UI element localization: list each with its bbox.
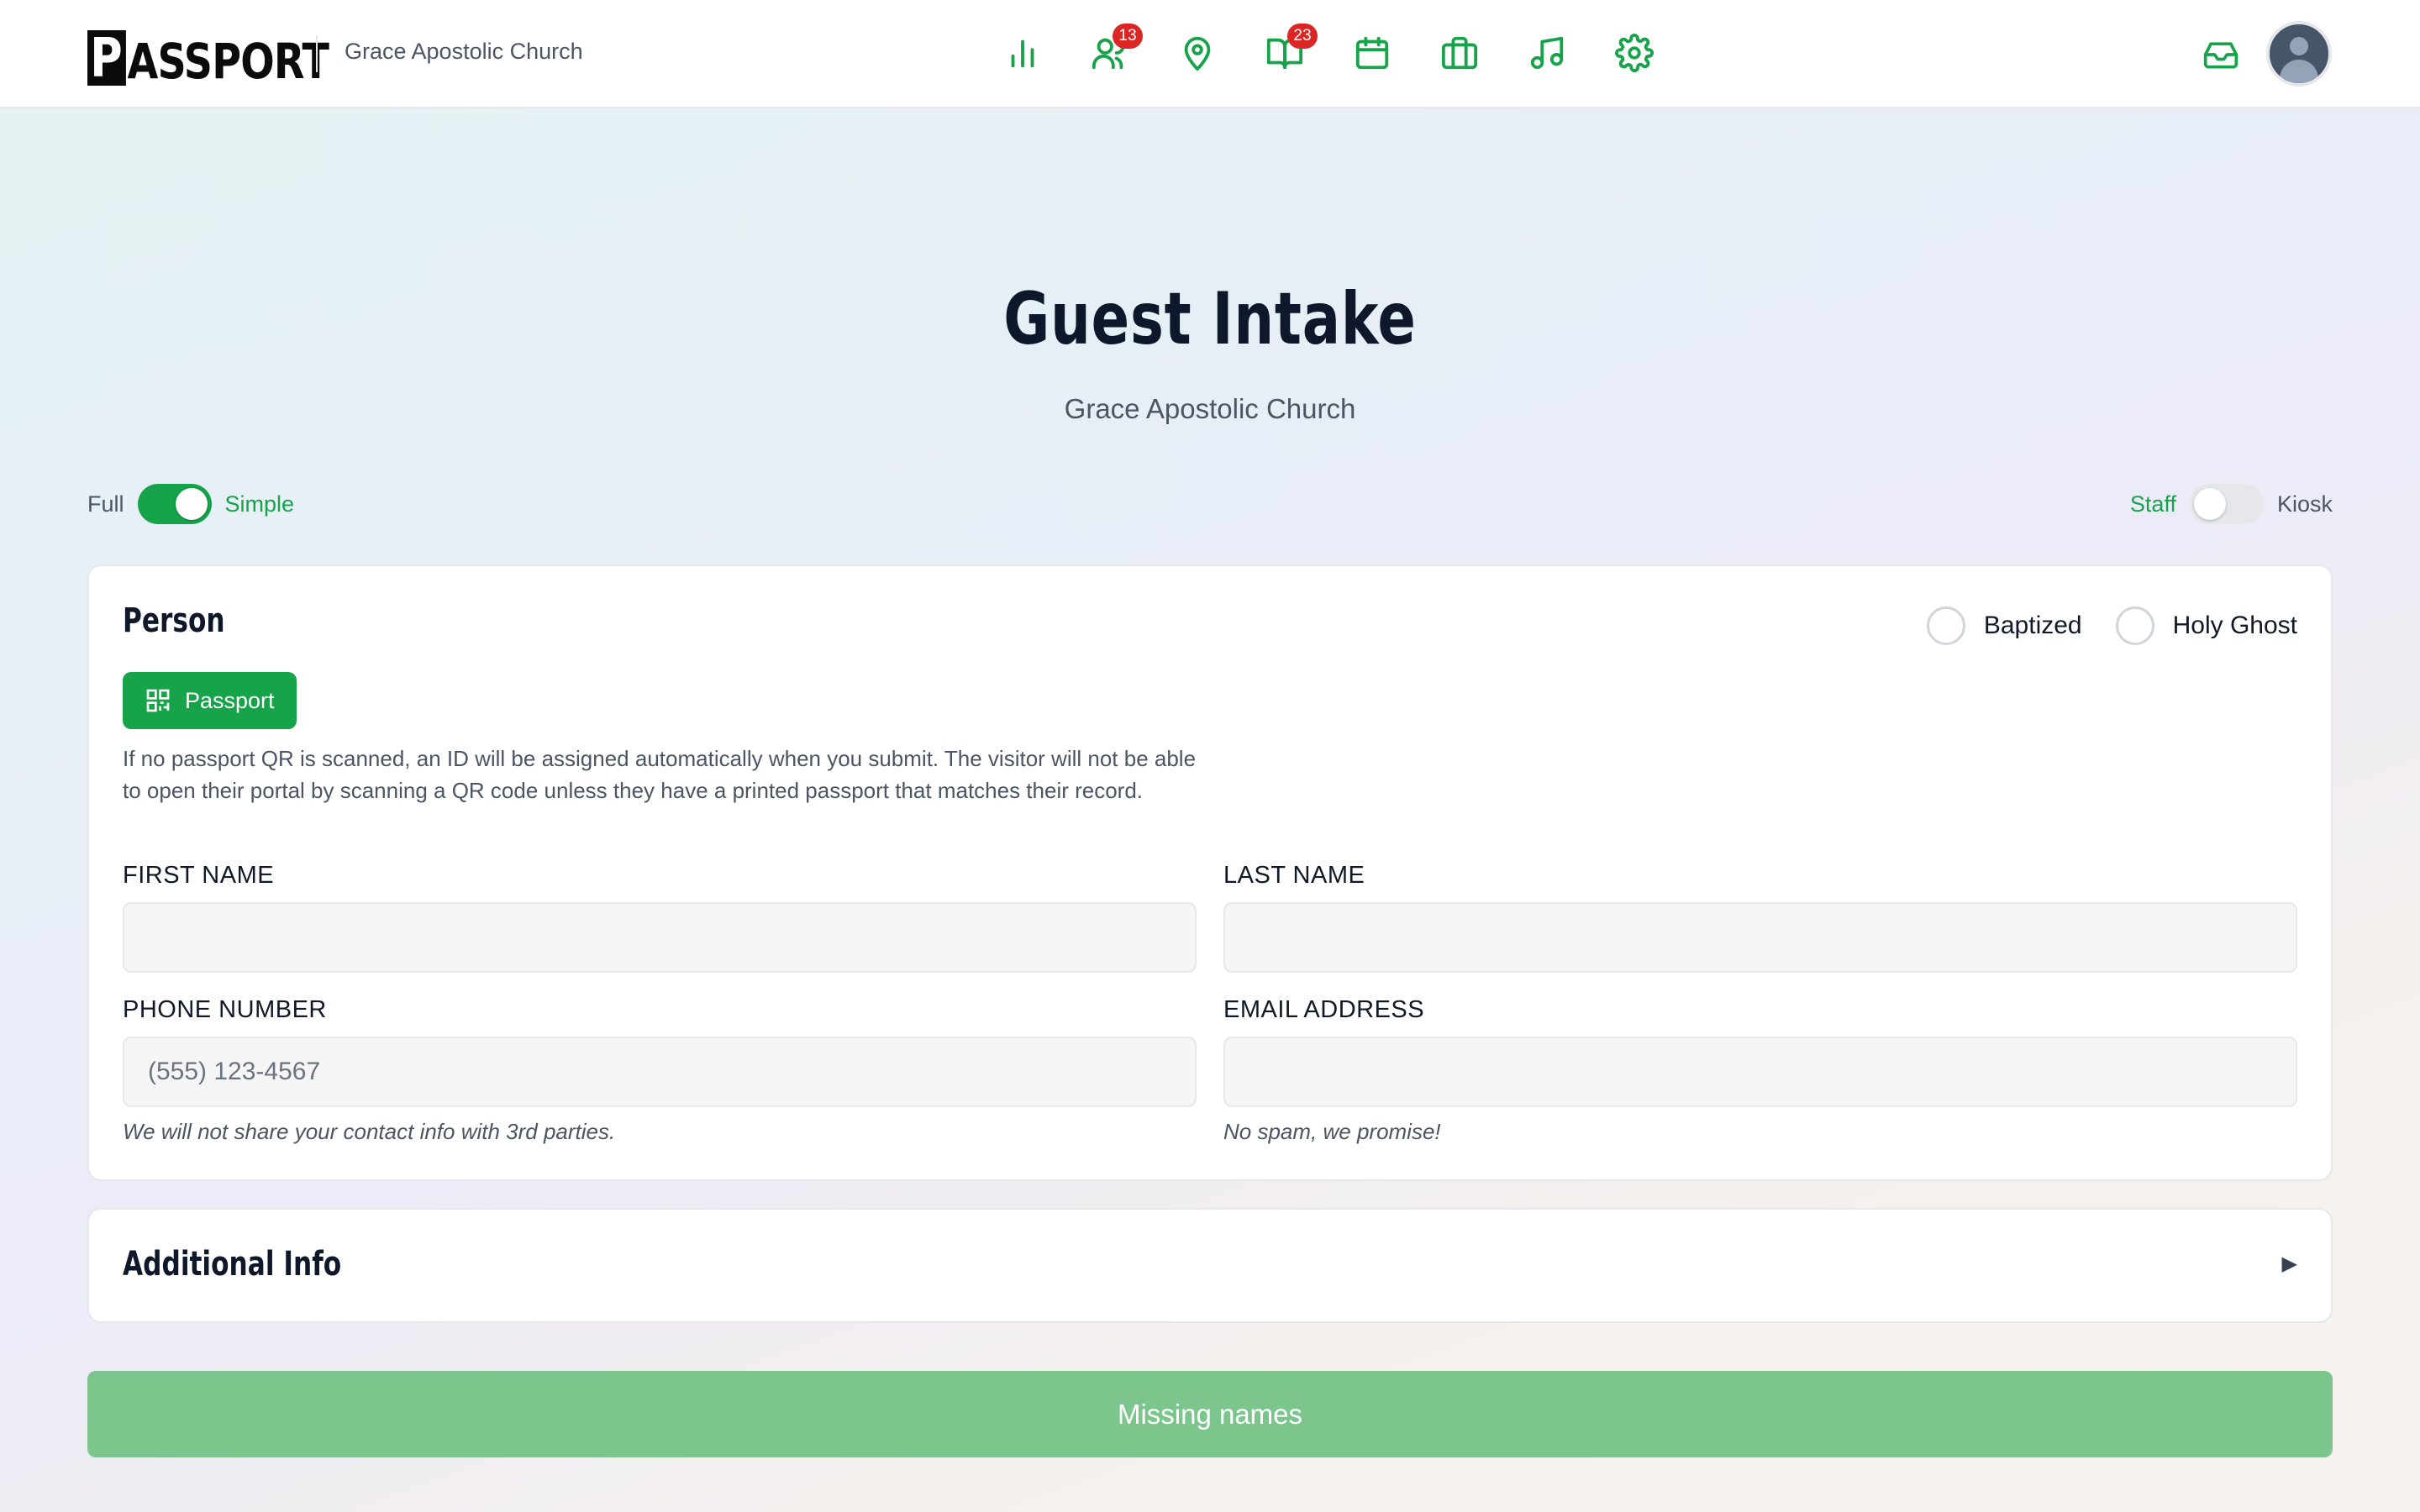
- phone-number-label: PHONE NUMBER: [123, 996, 327, 1023]
- passport-button-label: Passport: [185, 687, 275, 713]
- logo-mark: P: [87, 30, 126, 86]
- phone-hint: We will not share your contact info with…: [123, 1119, 616, 1144]
- studies-badge: 23: [1287, 24, 1318, 49]
- first-name-input[interactable]: [123, 902, 1197, 973]
- mode-simple-label[interactable]: Simple: [225, 491, 295, 517]
- last-name-label: LAST NAME: [1223, 862, 1365, 889]
- page-subtitle: Grace Apostolic Church: [1064, 393, 1356, 424]
- passport-help-text: If no passport QR is scanned, an ID will…: [123, 746, 1197, 803]
- logo-text: ASSPORT: [127, 33, 329, 90]
- nav-studies[interactable]: 23: [1262, 24, 1318, 76]
- holy-ghost-label: Holy Ghost: [2172, 612, 2297, 639]
- main-nav: 13 23: [1000, 24, 1657, 76]
- baptized-checkbox[interactable]: Baptized: [1926, 606, 2082, 645]
- top-navigation-bar: P ASSPORT Grace Apostolic Church 13 23: [0, 0, 2420, 108]
- submit-button[interactable]: Missing names: [87, 1371, 2333, 1457]
- avatar-head-shape: [2290, 37, 2308, 55]
- nav-people[interactable]: 13: [1087, 24, 1143, 76]
- role-switch[interactable]: [2189, 484, 2264, 524]
- nav-calendar[interactable]: [1349, 30, 1395, 76]
- calendar-icon: [1355, 36, 1389, 70]
- nav-locations[interactable]: [1175, 30, 1220, 76]
- role-staff-label[interactable]: Staff: [2130, 491, 2176, 517]
- nav-settings[interactable]: [1612, 30, 1657, 76]
- holy-ghost-radio-circle[interactable]: [2115, 606, 2154, 645]
- map-pin-icon: [1184, 36, 1211, 71]
- baptized-radio-circle[interactable]: [1926, 606, 1965, 645]
- email-address-label: EMAIL ADDRESS: [1223, 996, 1425, 1023]
- additional-info-title: Additional Info: [123, 1245, 342, 1284]
- role-switch-knob: [2193, 488, 2226, 520]
- holy-ghost-checkbox[interactable]: Holy Ghost: [2115, 606, 2297, 645]
- email-address-input[interactable]: [1223, 1037, 2297, 1107]
- phone-number-input[interactable]: [123, 1037, 1197, 1107]
- role-toggle: Staff Kiosk: [2130, 484, 2333, 524]
- scan-passport-button[interactable]: Passport: [123, 672, 297, 729]
- briefcase-icon: [1441, 36, 1478, 70]
- person-card-title: Person: [123, 601, 225, 640]
- people-badge: 13: [1113, 24, 1143, 49]
- first-name-label: FIRST NAME: [123, 862, 275, 889]
- avatar-body-shape: [2280, 60, 2318, 83]
- gear-icon: [1615, 34, 1654, 72]
- baptized-label: Baptized: [1983, 612, 2082, 639]
- mode-full-label[interactable]: Full: [87, 491, 124, 517]
- passport-logo[interactable]: P ASSPORT: [87, 18, 329, 86]
- nav-music[interactable]: [1524, 30, 1570, 76]
- bar-chart-icon: [1011, 39, 1034, 68]
- inbox-button[interactable]: [2200, 34, 2242, 76]
- page-title: Guest Intake: [1003, 277, 1417, 361]
- role-kiosk-label[interactable]: Kiosk: [2277, 491, 2333, 517]
- music-icon: [1530, 36, 1564, 70]
- expand-caret-icon[interactable]: ▶: [2282, 1252, 2297, 1276]
- nav-reports[interactable]: [1000, 30, 1045, 76]
- last-name-input[interactable]: [1223, 902, 2297, 973]
- person-card: Person Baptized Holy Ghost Passport If n…: [87, 564, 2333, 1181]
- mode-toggle: Full Simple: [87, 484, 294, 524]
- additional-info-section[interactable]: Additional Info ▶: [87, 1208, 2333, 1323]
- qr-code-icon: [146, 689, 170, 712]
- inbox-icon: [2203, 42, 2238, 69]
- nav-ministries[interactable]: [1437, 30, 1482, 76]
- mode-switch-knob: [175, 488, 208, 520]
- email-hint: No spam, we promise!: [1223, 1119, 1441, 1144]
- person-status-checks: Baptized Holy Ghost: [1926, 606, 2297, 645]
- avatar[interactable]: [2266, 21, 2332, 87]
- mode-switch[interactable]: [137, 484, 212, 524]
- header-divider: [316, 35, 318, 72]
- organization-name: Grace Apostolic Church: [345, 39, 583, 64]
